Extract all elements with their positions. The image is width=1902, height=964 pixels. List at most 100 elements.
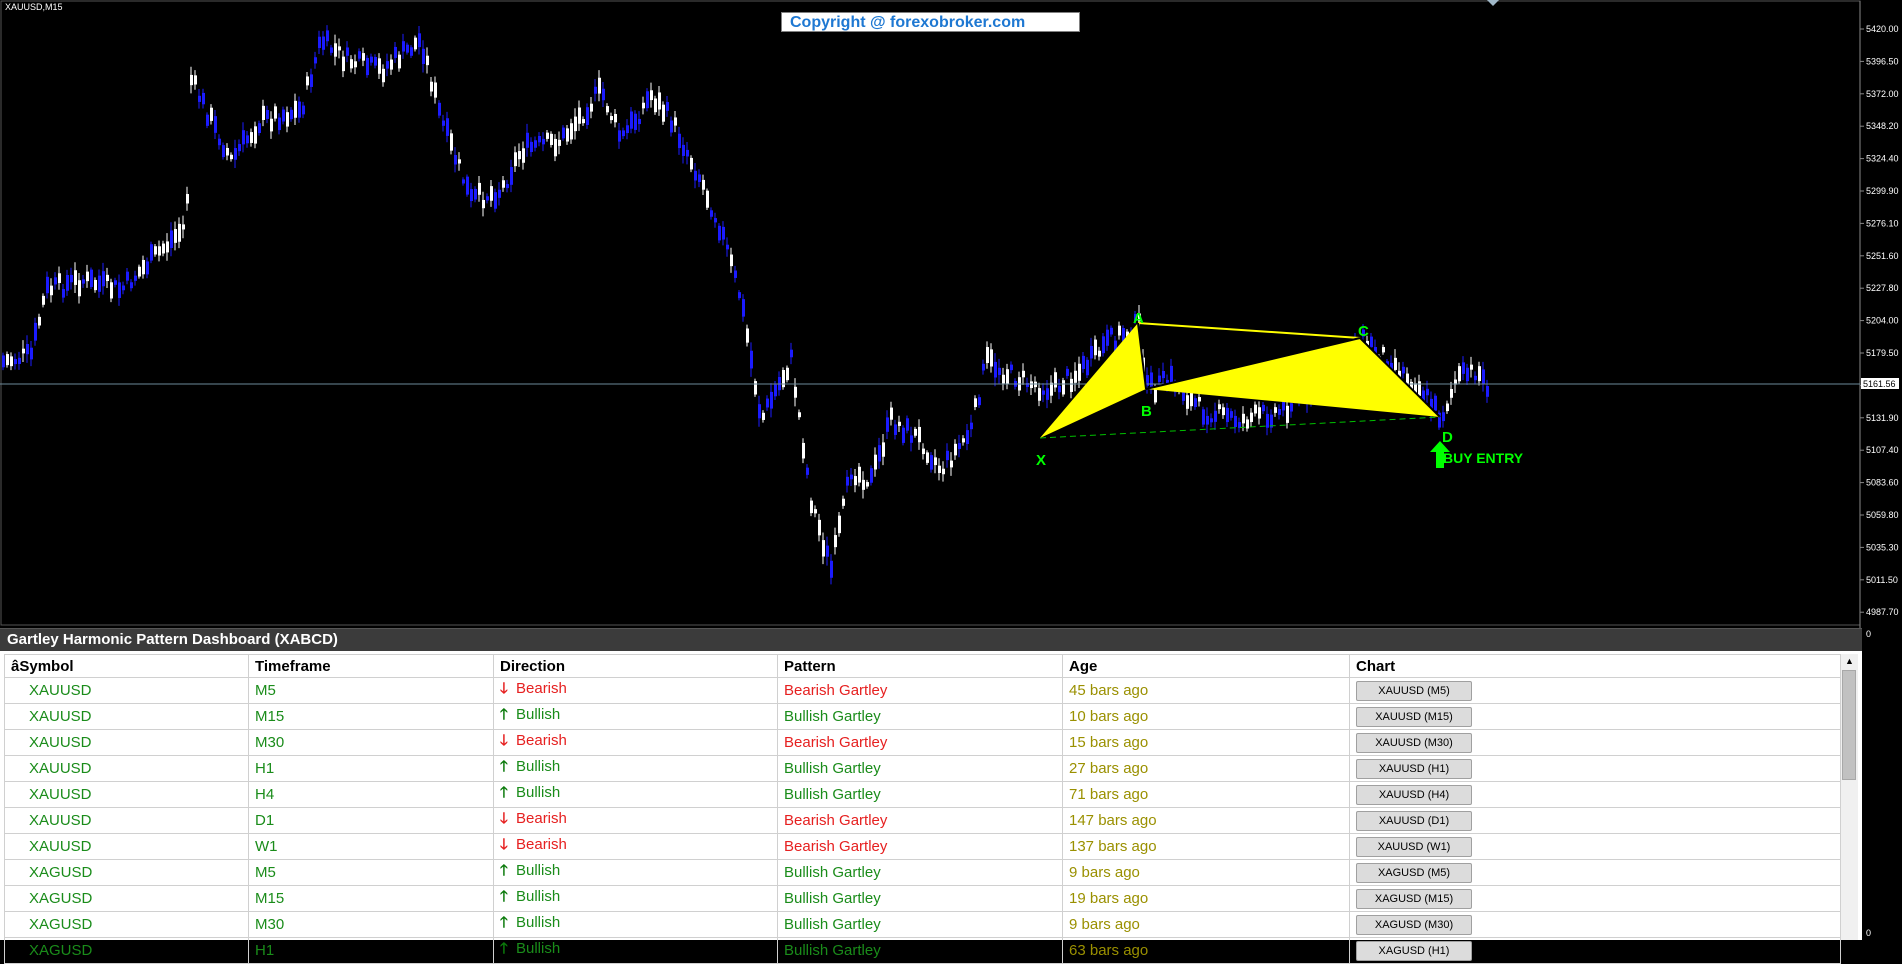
dashboard-title: Gartley Harmonic Pattern Dashboard (XABC… <box>0 629 1862 651</box>
open-chart-button[interactable]: XAGUSD (M15) <box>1356 888 1472 909</box>
cell-pattern: Bullish Gartley <box>777 755 1063 782</box>
open-chart-button[interactable]: XAGUSD (M5) <box>1356 862 1472 883</box>
pattern-label-a: A <box>1133 310 1144 327</box>
candle-body <box>1394 357 1397 370</box>
dashboard-scrollbar[interactable]: ▲ <box>1840 654 1858 940</box>
header-age[interactable]: Age <box>1062 654 1350 678</box>
candle-body <box>78 280 81 297</box>
candlestick-chart[interactable]: 5420.00 5396.50 5372.00 5348.20 5324.40 5299.… <box>0 0 1902 628</box>
candle-body <box>186 194 189 204</box>
candle-body <box>294 100 297 118</box>
candle-body <box>698 174 701 182</box>
candle-body <box>694 170 697 181</box>
header-symbol[interactable]: âSymbol <box>4 654 249 678</box>
header-direction[interactable]: Direction <box>493 654 778 678</box>
candle-body <box>1198 397 1201 402</box>
cell-age: 45 bars ago <box>1062 677 1350 704</box>
direction-label: Bullish <box>516 888 561 905</box>
candle-body <box>978 397 981 406</box>
candle-body <box>1254 404 1257 414</box>
candle-body <box>1038 388 1041 401</box>
candle-body <box>170 230 173 249</box>
candle-body <box>98 275 101 292</box>
candle-body <box>578 107 581 124</box>
candle-body <box>574 116 577 132</box>
price-tick-label: 5396.50 <box>1866 56 1899 66</box>
cell-chart: XAUUSD (H4) <box>1349 781 1841 808</box>
open-chart-button[interactable]: XAUUSD (M30) <box>1356 732 1472 753</box>
price-axis-gutter <box>1862 628 1902 939</box>
candle-body <box>30 347 33 360</box>
candle-body <box>330 47 333 53</box>
candle-body <box>102 271 105 287</box>
candle-body <box>1426 388 1429 396</box>
candle-body <box>406 44 409 53</box>
candle-body <box>734 270 737 278</box>
open-chart-button[interactable]: XAUUSD (D1) <box>1356 810 1472 831</box>
candle-body <box>422 48 425 64</box>
candle-body <box>666 102 669 111</box>
candle-body <box>326 30 329 42</box>
candle-body <box>1110 327 1113 335</box>
candle-body <box>1434 395 1437 411</box>
header-pattern[interactable]: Pattern <box>777 654 1063 678</box>
candle-body <box>618 130 621 142</box>
candle-body <box>914 428 917 436</box>
candle-body <box>1158 375 1161 382</box>
candle-body <box>806 467 809 475</box>
candle-body <box>402 41 405 52</box>
candle-body <box>54 277 57 285</box>
candle-body <box>790 349 793 358</box>
header-timeframe[interactable]: Timeframe <box>248 654 494 678</box>
candle-body <box>1170 365 1173 383</box>
candle-body <box>238 144 241 152</box>
candle-body <box>826 545 829 557</box>
open-chart-button[interactable]: XAGUSD (M30) <box>1356 914 1472 935</box>
candle-body <box>398 54 401 69</box>
cell-timeframe: M15 <box>248 885 494 912</box>
cell-chart: XAGUSD (M15) <box>1349 885 1841 912</box>
candle-body <box>1210 418 1213 423</box>
candle-body <box>1442 412 1445 422</box>
price-chart[interactable]: 5420.00 5396.50 5372.00 5348.20 5324.40 5299.… <box>0 0 1902 628</box>
candle-body <box>306 76 309 86</box>
open-chart-button[interactable]: XAUUSD (M5) <box>1356 680 1472 701</box>
candle-body <box>86 271 89 282</box>
current-price-label: 5161.56 <box>1863 379 1896 389</box>
candle-body <box>654 98 657 113</box>
open-chart-button[interactable]: XAGUSD (H1) <box>1356 940 1472 961</box>
candle-body <box>1230 411 1233 418</box>
arrow-up-icon: 🡑 <box>500 914 508 931</box>
candle-body <box>358 51 361 59</box>
candle-body <box>394 46 397 58</box>
candle-body <box>1002 374 1005 384</box>
open-chart-button[interactable]: XAUUSD (M15) <box>1356 706 1472 727</box>
candle-body <box>174 229 177 243</box>
cell-chart: XAGUSD (M30) <box>1349 911 1841 938</box>
scroll-up-icon[interactable]: ▲ <box>1841 654 1858 669</box>
open-chart-button[interactable]: XAUUSD (H4) <box>1356 784 1472 805</box>
direction-label: Bullish <box>516 706 561 723</box>
scroll-thumb[interactable] <box>1842 670 1856 780</box>
candle-body <box>38 316 41 326</box>
price-tick-label: 5179.50 <box>1866 348 1899 358</box>
header-chart[interactable]: Chart <box>1349 654 1841 678</box>
candle-body <box>66 275 69 291</box>
open-chart-button[interactable]: XAUUSD (H1) <box>1356 758 1472 779</box>
candle-body <box>562 127 565 139</box>
candle-body <box>1006 369 1009 384</box>
pattern-line-xd <box>1039 416 1441 439</box>
candle-body <box>190 74 193 86</box>
candle-body <box>1382 347 1385 353</box>
candle-body <box>950 460 953 468</box>
candle-body <box>1274 407 1277 413</box>
candle-body <box>862 479 865 490</box>
candle-body <box>34 322 37 341</box>
candle-body <box>926 452 929 463</box>
candle-body <box>930 455 933 470</box>
candle-body <box>338 46 341 51</box>
candle-body <box>1222 407 1225 416</box>
candle-body <box>522 148 525 163</box>
open-chart-button[interactable]: XAUUSD (W1) <box>1356 836 1472 857</box>
candle-body <box>1218 404 1221 410</box>
